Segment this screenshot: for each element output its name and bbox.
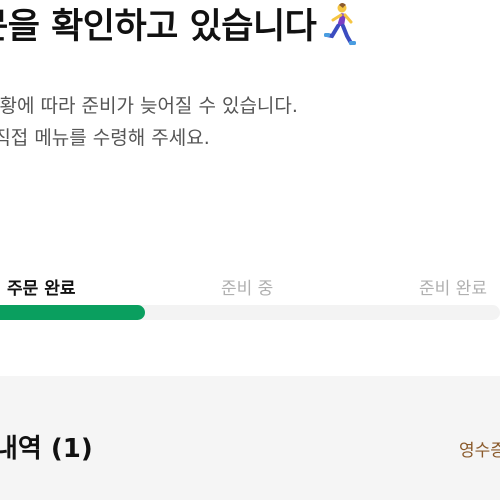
order-status-page: 문을 확인하고 있습니다 상황에 따라 준비가 늦어질 수 있습니다. l 직접… xyxy=(0,0,500,500)
status-description: 상황에 따라 준비가 늦어질 수 있습니다. l 직접 메뉴를 수령해 주세요. xyxy=(0,90,298,154)
progress-track xyxy=(0,305,500,320)
order-details-panel: 내역 (1) 영수증 xyxy=(0,376,500,500)
step-preparing: 준비 중 xyxy=(221,279,274,299)
progress-steps: 주문 완료 준비 중 준비 완료 xyxy=(0,274,500,300)
description-line-2: l 직접 메뉴를 수령해 주세요. xyxy=(0,127,210,149)
step-order-complete: 주문 완료 xyxy=(7,279,76,299)
description-line-1: 상황에 따라 준비가 늦어질 수 있습니다. xyxy=(0,95,298,117)
receipt-link[interactable]: 영수증 xyxy=(459,436,500,461)
page-title: 문을 확인하고 있습니다 xyxy=(0,3,360,50)
step-ready: 준비 완료 xyxy=(419,279,487,299)
woman-running-icon xyxy=(320,2,360,46)
page-title-text: 문을 확인하고 있습니다 xyxy=(0,7,317,47)
progress-fill xyxy=(0,305,145,320)
order-details-title: 내역 (1) xyxy=(0,434,93,464)
